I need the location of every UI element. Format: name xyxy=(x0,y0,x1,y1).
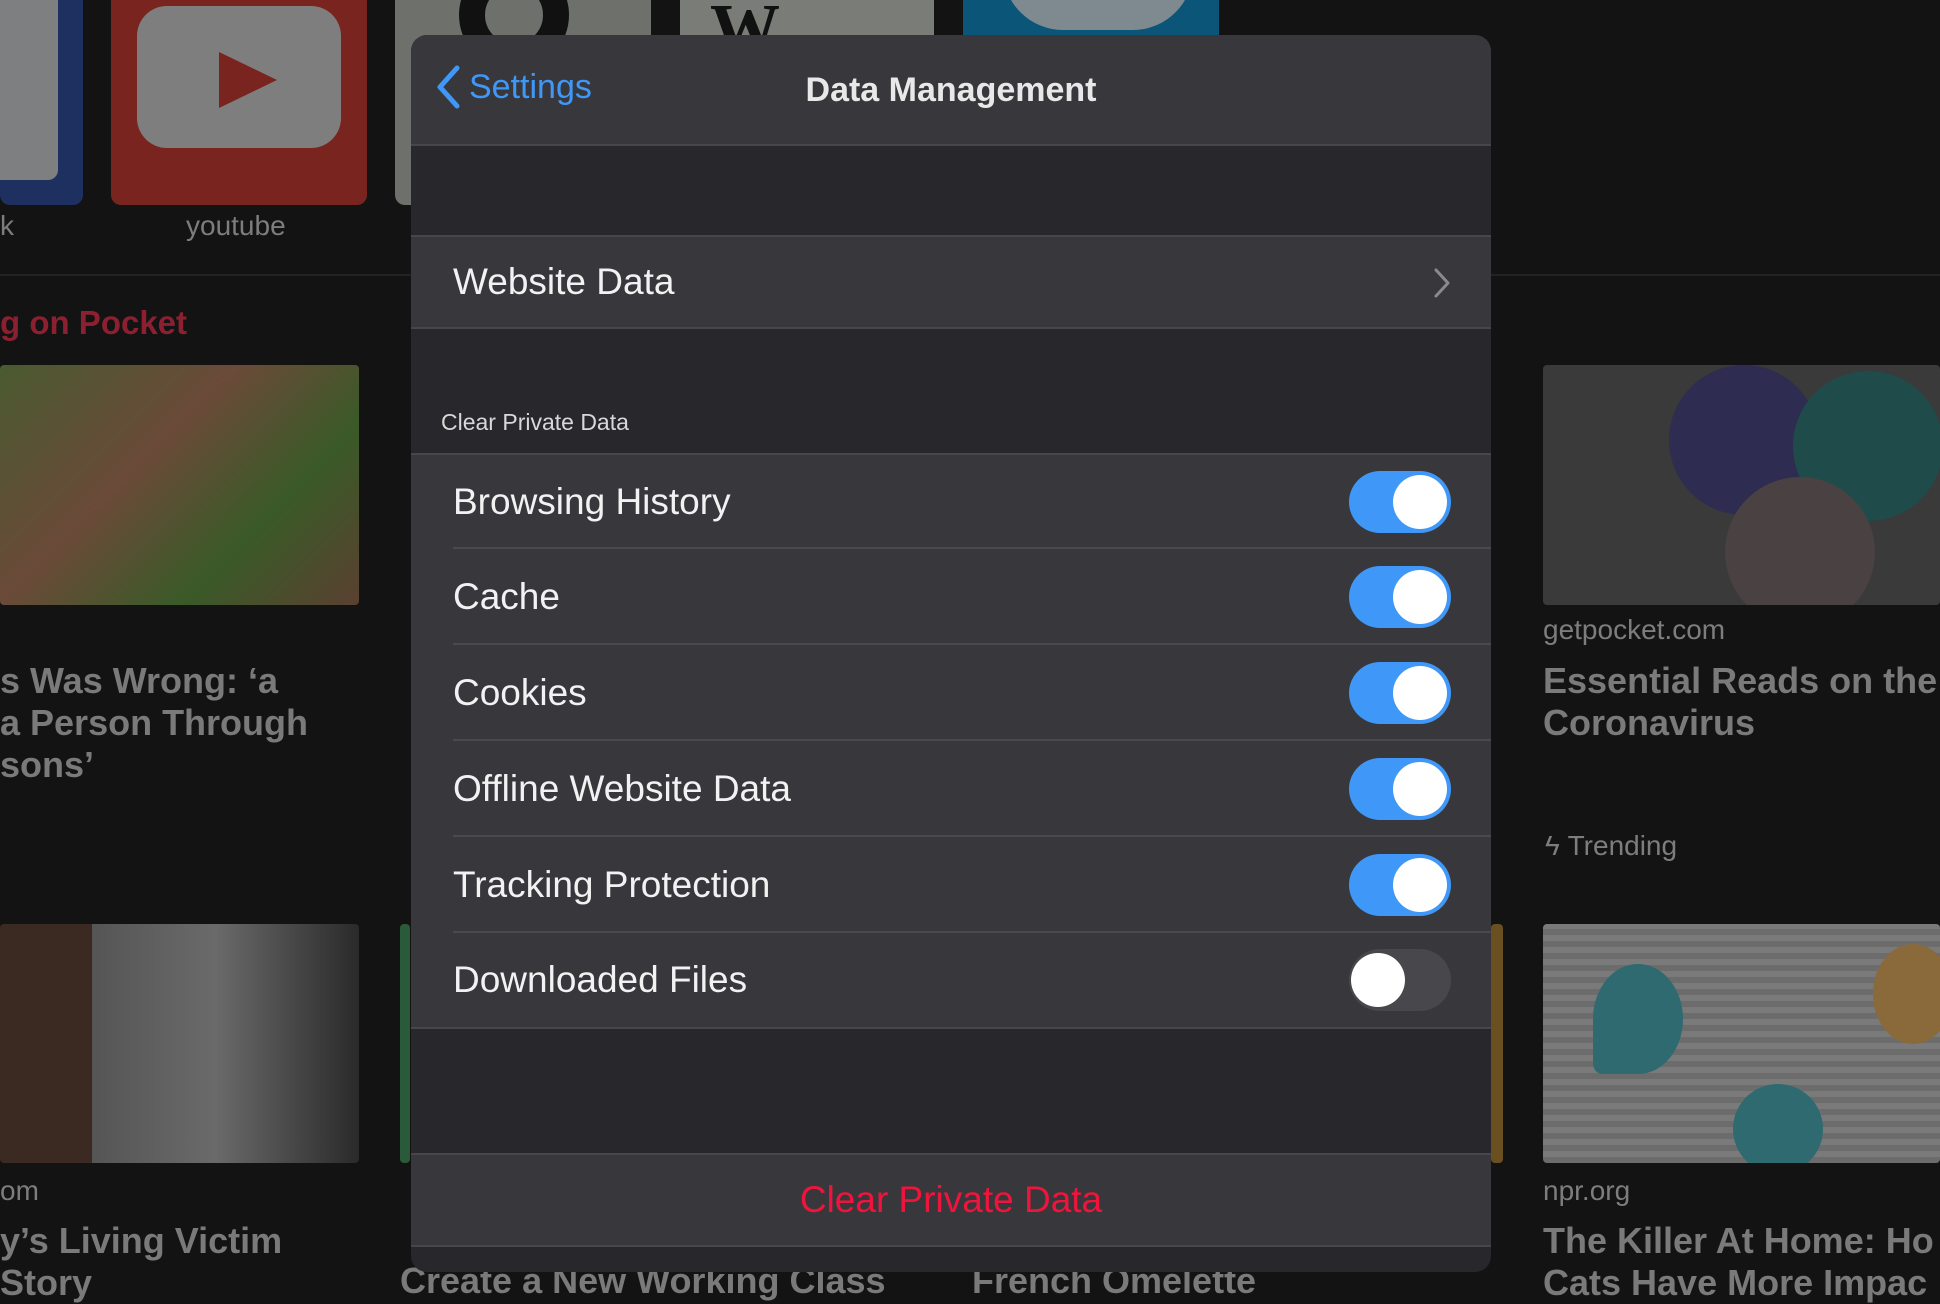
option-label: Offline Website Data xyxy=(453,768,791,809)
toggle-knob xyxy=(1393,570,1447,624)
nav-bar: Settings Data Management xyxy=(411,35,1491,146)
option-toggle[interactable] xyxy=(1349,854,1451,916)
chevron-right-icon xyxy=(1434,268,1450,298)
card-image xyxy=(1491,924,1503,1163)
option-row: Tracking Protection xyxy=(411,837,1491,933)
pocket-section-title: g on Pocket xyxy=(0,304,188,341)
page-title: Data Management xyxy=(805,71,1097,109)
option-toggle[interactable] xyxy=(1349,949,1451,1011)
toggle-knob xyxy=(1393,475,1447,529)
top-site-facebook[interactable] xyxy=(0,0,83,205)
option-toggle[interactable] xyxy=(1349,566,1451,628)
top-site-youtube[interactable] xyxy=(111,0,367,205)
option-label: Browsing History xyxy=(453,481,731,522)
card-image xyxy=(1543,924,1940,1163)
option-row: Browsing History xyxy=(411,453,1491,549)
option-row: Cache xyxy=(411,549,1491,645)
card-image xyxy=(1543,365,1940,605)
card-image xyxy=(0,924,359,1163)
option-label: Tracking Protection xyxy=(453,864,771,905)
option-label: Cookies xyxy=(453,672,587,713)
card-title: s Was Wrong: ‘a a Person Through sons’ xyxy=(0,660,309,785)
option-toggle[interactable] xyxy=(1349,471,1451,533)
twitter-icon xyxy=(1003,0,1193,30)
option-label: Downloaded Files xyxy=(453,959,748,1000)
toggle-knob xyxy=(1393,666,1447,720)
option-row: Cookies xyxy=(411,645,1491,741)
toggle-knob xyxy=(1393,858,1447,912)
clear-private-data-button[interactable]: Clear Private Data xyxy=(411,1153,1491,1247)
card-source: npr.org xyxy=(1543,1175,1631,1206)
website-data-row[interactable]: Website Data xyxy=(411,235,1491,329)
option-row: Offline Website Data xyxy=(411,741,1491,837)
website-data-label: Website Data xyxy=(453,261,675,302)
toggle-knob xyxy=(1351,953,1405,1007)
data-management-modal: Settings Data Management Website Data Cl… xyxy=(411,35,1491,1272)
toggle-knob xyxy=(1393,762,1447,816)
card-source: getpocket.com xyxy=(1543,614,1726,645)
card-image xyxy=(0,365,359,605)
option-label: Cache xyxy=(453,576,560,617)
top-site-label: youtube xyxy=(186,210,286,241)
clear-private-data-label: Clear Private Data xyxy=(799,1179,1103,1220)
card-title[interactable]: y’s Living Victim Story xyxy=(0,1220,282,1304)
card-image xyxy=(400,924,410,1163)
option-toggle[interactable] xyxy=(1349,758,1451,820)
card-title[interactable]: The Killer At Home: Ho Cats Have More Imp… xyxy=(1543,1220,1934,1304)
section-header: Clear Private Data xyxy=(441,409,629,435)
option-toggle[interactable] xyxy=(1349,662,1451,724)
top-site-label: k xyxy=(0,210,14,241)
trending-tag: ϟ Trending xyxy=(1545,830,1678,861)
lightning-icon: ϟ xyxy=(1545,830,1560,861)
card-source: om xyxy=(0,1175,39,1206)
facebook-icon xyxy=(0,0,58,180)
card-title[interactable]: Essential Reads on the Coronavirus xyxy=(1543,660,1937,744)
youtube-icon xyxy=(137,6,341,148)
option-row: Downloaded Files xyxy=(411,933,1491,1029)
